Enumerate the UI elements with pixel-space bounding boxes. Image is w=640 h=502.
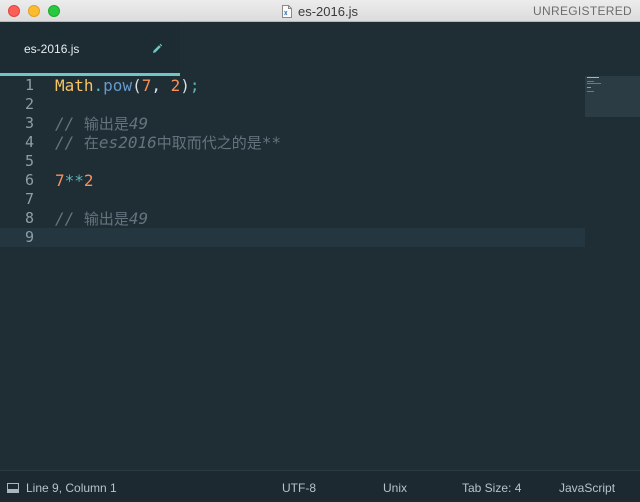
token: // [55, 114, 84, 133]
tab-label: es-2016.js [24, 42, 80, 56]
tab-size-selector[interactable]: Tab Size: 4 [462, 481, 521, 495]
tab-bar: es-2016.js [0, 22, 640, 76]
minimap[interactable] [585, 76, 640, 470]
token: // [55, 133, 84, 152]
token: pow [103, 76, 133, 95]
token: . [93, 76, 104, 95]
token: ; [189, 76, 200, 95]
token: ** [64, 171, 84, 190]
cursor-position[interactable]: Line 9, Column 1 [26, 481, 117, 495]
code-line: 4 // 在es2016中取而代之的是** [0, 133, 585, 152]
syntax-selector[interactable]: JavaScript [559, 481, 615, 495]
token: 输出是 [83, 115, 129, 133]
token: 在 [83, 134, 99, 152]
title-bar: es-2016.js UNREGISTERED [0, 0, 640, 22]
window-title: es-2016.js [298, 3, 358, 19]
line-number: 3 [24, 114, 34, 132]
line-number: 7 [24, 190, 34, 208]
token: 输出是 [83, 210, 129, 228]
token: 7 [55, 171, 65, 190]
token: 2 [83, 171, 94, 190]
line-content: // 输出是49 [55, 114, 148, 134]
tab-es-2016-js[interactable]: es-2016.js [0, 22, 180, 76]
token: 中取而代之的是 [156, 134, 262, 152]
minimap-line [587, 81, 594, 82]
encoding-selector[interactable]: UTF-8 [282, 481, 316, 495]
line-number: 4 [24, 133, 34, 151]
token: 7 [141, 76, 152, 95]
token: 2 [170, 76, 181, 95]
minimap-line [587, 87, 591, 88]
minimap-line [587, 77, 599, 78]
code-line: 5 [0, 152, 585, 171]
line-number: 8 [24, 209, 34, 227]
line-number: 2 [24, 95, 34, 113]
line-number: 5 [24, 152, 34, 170]
token: 49 [128, 209, 149, 228]
token: 49 [128, 114, 149, 133]
token: ( [132, 76, 142, 95]
line-number: 9 [24, 228, 34, 246]
line-endings-selector[interactable]: Unix [383, 481, 407, 495]
code-line: 8 // 输出是49 [0, 209, 585, 228]
line-content: // 在es2016中取而代之的是** [55, 133, 281, 153]
token: ) [180, 76, 190, 95]
code-line: 2 [0, 95, 585, 114]
line-number: 6 [24, 171, 34, 189]
minimap-line [587, 83, 601, 84]
code-editor[interactable]: 1 Math.pow(7, 2); 2 3 // 输出是49 4 // 在es2… [0, 76, 585, 470]
token: , [151, 76, 171, 95]
line-content: // 输出是49 [55, 209, 148, 229]
line-content: Math.pow(7, 2); [55, 76, 200, 95]
token: ** [261, 133, 281, 152]
line-number: 1 [24, 76, 34, 94]
code-line: 3 // 输出是49 [0, 114, 585, 133]
code-line: 6 7**2 [0, 171, 585, 190]
pencil-icon [151, 42, 163, 54]
minimap-line [587, 91, 594, 92]
status-bar: Line 9, Column 1 UTF-8 Unix Tab Size: 4 … [0, 470, 640, 502]
js-file-icon [282, 4, 292, 18]
token: Math [55, 76, 94, 95]
code-line: 7 [0, 190, 585, 209]
code-line: 1 Math.pow(7, 2); [0, 76, 585, 95]
line-content: 7**2 [55, 171, 94, 190]
registration-status: UNREGISTERED [533, 4, 632, 18]
current-code-line: 9 [0, 228, 585, 247]
panel-toggle-icon[interactable] [7, 482, 19, 493]
token: es2016 [98, 133, 157, 152]
token: // [55, 209, 84, 228]
